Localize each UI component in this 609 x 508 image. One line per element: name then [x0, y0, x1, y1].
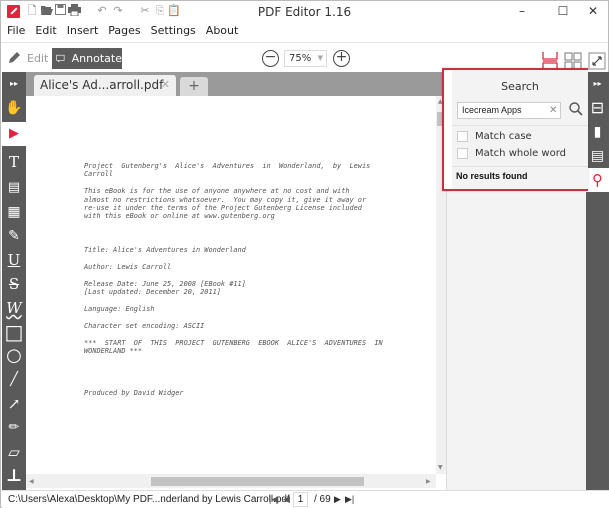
zoom-out-button[interactable]: −	[262, 50, 279, 67]
close-tab-icon[interactable]: ✕	[161, 75, 170, 95]
title-bar: 🗋 ↶ ↷ ✂ ⎘ 📋 PDF Editor 1.16 – ☐ ✕	[1, 1, 608, 23]
strikethrough-tool-icon[interactable]: S	[2, 272, 26, 296]
search-icon[interactable]	[568, 101, 584, 117]
first-page-button[interactable]: |◀	[269, 494, 278, 505]
select-tool-icon[interactable]: ▶	[2, 122, 26, 146]
menu-file[interactable]: File	[7, 23, 25, 41]
pdf-page-text: Project Gutenberg's Alice's Adventures i…	[84, 162, 383, 397]
status-bar: C:\Users\Alexa\Desktop\My PDF...nderland…	[2, 490, 609, 508]
menu-about[interactable]: About	[206, 23, 239, 41]
stamp-tool-icon[interactable]: ⊥	[2, 464, 26, 488]
app-window: 🗋 ↶ ↷ ✂ ⎘ 📋 PDF Editor 1.16 – ☐ ✕ File E…	[0, 0, 609, 508]
search-input[interactable]: Icecream Apps	[457, 102, 561, 119]
right-tools-sidebar: ▸▸ ⊟ ▮ ▤ ⚲	[586, 72, 609, 490]
scroll-down-icon[interactable]: ▼	[438, 464, 443, 471]
horizontal-scroll-thumb[interactable]	[151, 477, 364, 486]
scroll-left-icon[interactable]: ◀	[29, 478, 34, 485]
eraser-tool-icon[interactable]: ▱	[2, 440, 26, 464]
highlighter-tool-icon[interactable]: ✎	[2, 224, 26, 248]
annotation-tools-sidebar: ▸▸ ✋ ▶ T ▤ ▦ ✎ U S W □ ○ ╱ ↗ ✏ ▱ ⊥	[2, 72, 26, 490]
fit-page-icon[interactable]: ⊟	[586, 96, 609, 120]
comments-panel-icon[interactable]: ▤	[586, 144, 609, 168]
menu-edit[interactable]: Edit	[35, 23, 56, 41]
menu-pages[interactable]: Pages	[108, 23, 140, 41]
collapse-sidebar-icon[interactable]: ▸▸	[2, 72, 26, 96]
text-box-tool-icon[interactable]: ▦	[2, 200, 26, 224]
maximize-button[interactable]: ☐	[548, 1, 578, 21]
next-page-button[interactable]: ▶	[334, 494, 341, 505]
underline-tool-icon[interactable]: U	[2, 248, 26, 272]
zoom-level-select[interactable]: 75% ▼	[284, 50, 327, 67]
document-tab-strip: Alice's Ad...arroll.pdf ✕ +	[26, 72, 443, 96]
bookmark-icon[interactable]: ▮	[586, 120, 609, 144]
menu-insert[interactable]: Insert	[67, 23, 99, 41]
divider	[452, 125, 588, 126]
match-case-checkbox[interactable]	[457, 131, 468, 142]
pencil-icon	[9, 52, 20, 63]
hand-tool-icon[interactable]: ✋	[2, 96, 26, 120]
scroll-right-icon[interactable]: ▶	[426, 478, 431, 485]
squiggly-tool-icon[interactable]: W	[2, 296, 26, 320]
chevron-down-icon: ▼	[317, 54, 323, 62]
menu-bar: File Edit Insert Pages Settings About	[1, 23, 608, 41]
search-panel: Search Icecream Apps ✕ Match case Match …	[442, 68, 588, 191]
document-viewer[interactable]: Project Gutenberg's Alice's Adventures i…	[26, 96, 436, 474]
previous-page-button[interactable]: ◀	[283, 494, 290, 505]
edit-mode-label: Edit	[27, 51, 49, 65]
match-case-label: Match case	[475, 131, 532, 142]
page-total: / 69	[314, 494, 331, 505]
match-whole-word-label: Match whole word	[475, 148, 567, 159]
match-whole-word-option[interactable]: Match whole word	[457, 148, 566, 159]
annotate-mode-button[interactable]: Annotate	[52, 48, 122, 69]
comment-tool-icon[interactable]: ▤	[2, 176, 26, 200]
last-page-button[interactable]: ▶|	[345, 494, 354, 505]
divider	[452, 166, 588, 167]
edit-mode-button[interactable]: Edit	[7, 48, 48, 68]
search-result-status: No results found	[456, 171, 528, 181]
tab-label: Alice's Ad...arroll.pdf	[40, 78, 164, 92]
annotate-mode-label: Annotate	[71, 52, 122, 65]
collapse-right-panel-icon[interactable]: ▸▸	[586, 72, 609, 96]
arrow-tool-icon[interactable]: ↗	[2, 392, 26, 416]
close-button[interactable]: ✕	[578, 1, 608, 21]
clear-search-icon[interactable]: ✕	[549, 102, 557, 119]
text-tool-icon[interactable]: T	[2, 150, 26, 174]
ellipse-tool-icon[interactable]: ○	[2, 344, 26, 368]
fullscreen-icon[interactable]	[588, 52, 606, 70]
new-tab-button[interactable]: +	[180, 77, 208, 96]
speech-bubble-icon	[56, 54, 65, 63]
tab-alice-pdf[interactable]: Alice's Ad...arroll.pdf ✕	[34, 75, 176, 96]
rectangle-tool-icon[interactable]: □	[2, 320, 26, 344]
menu-settings[interactable]: Settings	[151, 23, 196, 41]
search-title: Search	[501, 80, 539, 93]
zoom-level-value: 75%	[289, 53, 312, 64]
page-number-input[interactable]: 1	[293, 492, 308, 507]
pencil-tool-icon[interactable]: ✏	[2, 416, 26, 440]
match-case-option[interactable]: Match case	[457, 131, 532, 142]
minimize-button[interactable]: –	[507, 1, 537, 21]
match-whole-word-checkbox[interactable]	[457, 148, 468, 159]
horizontal-scrollbar[interactable]: ◀ ▶	[26, 474, 436, 488]
line-tool-icon[interactable]: ╱	[2, 368, 26, 392]
search-panel-icon[interactable]: ⚲	[586, 168, 609, 192]
file-path: C:\Users\Alexa\Desktop\My PDF...nderland…	[8, 494, 290, 505]
zoom-in-button[interactable]: +	[333, 50, 350, 67]
